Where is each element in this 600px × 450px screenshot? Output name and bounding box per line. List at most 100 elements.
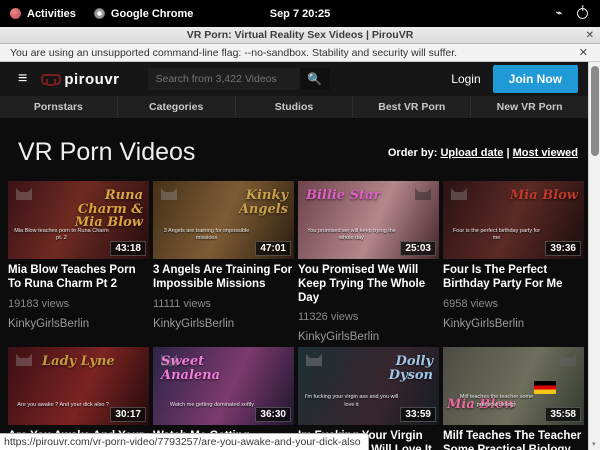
studio-cat-logo-icon (159, 186, 179, 202)
thumbnail-performer-name: Lady Lyne (42, 355, 115, 369)
active-app-label: Google Chrome (111, 8, 194, 20)
studio-cat-logo-icon (14, 186, 34, 202)
video-title[interactable]: Four Is The Perfect Birthday Party For M… (443, 264, 584, 292)
web-page: ≡ pirouvr 🔍 Login Join Now Pornstars Cat… (0, 62, 588, 450)
nav-item-categories[interactable]: Categories (118, 96, 236, 118)
status-url-bar: https://pirouvr.com/vr-porn-video/779325… (0, 433, 369, 450)
search-icon: 🔍 (307, 72, 322, 86)
power-icon[interactable] (577, 8, 588, 19)
duration-badge: 25:03 (400, 241, 436, 256)
thumbnail-caption: 3 Angels are training for impossible mis… (159, 228, 254, 243)
duration-badge: 47:01 (255, 241, 291, 256)
site-logo[interactable]: pirouvr (41, 71, 119, 88)
nav-item-studios[interactable]: Studios (236, 96, 354, 118)
video-card[interactable]: Billie Star You promised we will keep tr… (298, 181, 439, 343)
activities-button[interactable]: Activities (10, 8, 76, 20)
thumbnail-caption: Mia Blow teaches porn to Runa Charm pt. … (14, 228, 109, 243)
activities-label: Activities (27, 8, 76, 20)
duration-badge: 36:30 (255, 407, 291, 422)
thumbnail-performer-name: Billie Star (306, 189, 380, 203)
orderby-control: Order by: Upload date | Most viewed (388, 147, 578, 159)
chrome-icon (94, 8, 105, 19)
studio-cat-logo-icon (558, 352, 578, 368)
video-views: 11111 views (153, 298, 294, 310)
main-nav: Pornstars Categories Studios Best VR Por… (0, 96, 588, 118)
active-app-menu[interactable]: Google Chrome (94, 8, 194, 20)
video-grid: Runa Charm & Mia Blow Mia Blow teaches p… (0, 181, 588, 450)
video-views: 6958 views (443, 298, 584, 310)
studio-link[interactable]: KinkyGirlsBerlin (153, 318, 294, 330)
orderby-label: Order by: (388, 147, 438, 159)
video-card[interactable]: Mia Blow Milf teaches the teacher some p… (443, 347, 584, 450)
studio-link[interactable]: KinkyGirlsBerlin (298, 331, 439, 343)
system-top-bar: Activities Google Chrome Sep 7 20:25 ⌁ (0, 0, 600, 27)
browser-title-bar: VR Porn: Virtual Reality Sex Videos | Pi… (0, 27, 600, 44)
duration-badge: 35:58 (545, 407, 581, 422)
video-thumbnail[interactable]: Sweet Analena Watch me getting dominated… (153, 347, 294, 425)
vr-goggles-icon (41, 74, 61, 85)
duration-badge: 39:36 (545, 241, 581, 256)
video-thumbnail[interactable]: Runa Charm & Mia Blow Mia Blow teaches p… (8, 181, 149, 259)
site-header: ≡ pirouvr 🔍 Login Join Now (0, 62, 588, 96)
thumbnail-performer-name: Mia Blow (510, 189, 578, 203)
sandbox-warning-bar: You are using an unsupported command-lin… (0, 44, 600, 62)
studio-cat-logo-icon (413, 186, 433, 202)
nav-item-best-vr-porn[interactable]: Best VR Porn (353, 96, 471, 118)
video-card[interactable]: Mia Blow Four is the perfect birthday pa… (443, 181, 584, 343)
video-thumbnail[interactable]: Mia Blow Milf teaches the teacher some p… (443, 347, 584, 425)
thumbnail-performer-name: Dolly Dyson (348, 355, 433, 382)
nav-item-pornstars[interactable]: Pornstars (0, 96, 118, 118)
search-input[interactable] (148, 68, 300, 90)
activities-icon (10, 8, 21, 19)
thumbnail-caption: Four is the perfect birthday party for m… (449, 228, 544, 243)
video-thumbnail[interactable]: Billie Star You promised we will keep tr… (298, 181, 439, 259)
thumbnail-performer-name: Sweet Analena (161, 355, 246, 382)
video-title[interactable]: 3 Angels Are Training For Impossible Mis… (153, 264, 294, 292)
thumbnail-caption: Milf teaches the teacher some practical … (449, 394, 544, 409)
site-logo-text: pirouvr (64, 71, 119, 88)
network-icon[interactable]: ⌁ (556, 8, 561, 19)
page-title: VR Porn Videos (18, 138, 195, 167)
search-button[interactable]: 🔍 (300, 68, 330, 90)
tab-title: VR Porn: Virtual Reality Sex Videos | Pi… (0, 29, 600, 41)
video-card[interactable]: Runa Charm & Mia Blow Mia Blow teaches p… (8, 181, 149, 343)
thumbnail-caption: Are you awake ? And your dick also ? (17, 402, 109, 410)
thumbnail-caption: You promised we will keep trying the who… (304, 228, 399, 243)
duration-badge: 30:17 (110, 407, 146, 422)
login-link[interactable]: Login (451, 72, 480, 86)
menu-hamburger-icon[interactable]: ≡ (18, 71, 27, 87)
video-views: 19183 views (8, 298, 149, 310)
scrollbar-down-arrow-icon[interactable]: ▾ (592, 440, 596, 448)
warning-close-icon[interactable]: ✕ (579, 46, 600, 59)
studio-link[interactable]: KinkyGirlsBerlin (443, 318, 584, 330)
duration-badge: 43:18 (110, 241, 146, 256)
video-title[interactable]: You Promised We Will Keep Trying The Who… (298, 264, 439, 305)
nav-item-new-vr-porn[interactable]: New VR Porn (471, 96, 588, 118)
video-title[interactable]: Milf Teaches The Teacher Some Practical … (443, 430, 584, 450)
video-thumbnail[interactable]: Dolly Dyson I'm fucking your virgin ass … (298, 347, 439, 425)
thumbnail-caption: Watch me getting dominated softly (170, 402, 254, 410)
video-thumbnail[interactable]: Kinky Angels 3 Angels are training for i… (153, 181, 294, 259)
warning-text: You are using an unsupported command-lin… (0, 47, 457, 59)
studio-cat-logo-icon (14, 352, 34, 368)
page-scrollbar[interactable]: ▾ (588, 62, 600, 450)
video-card[interactable]: Kinky Angels 3 Angels are training for i… (153, 181, 294, 343)
video-title[interactable]: Mia Blow Teaches Porn To Runa Charm Pt 2 (8, 264, 149, 292)
studio-cat-logo-icon (304, 352, 324, 368)
video-thumbnail[interactable]: Lady Lyne Are you awake ? And your dick … (8, 347, 149, 425)
german-flag-icon (534, 381, 556, 394)
studio-link[interactable]: KinkyGirlsBerlin (8, 318, 149, 330)
duration-badge: 33:59 (400, 407, 436, 422)
window-close-icon[interactable]: ✕ (586, 30, 594, 41)
video-thumbnail[interactable]: Mia Blow Four is the perfect birthday pa… (443, 181, 584, 259)
orderby-upload-date-link[interactable]: Upload date (440, 147, 503, 159)
orderby-most-viewed-link[interactable]: Most viewed (513, 147, 578, 159)
thumbnail-caption: I'm fucking your virgin ass and you will… (304, 394, 399, 409)
studio-cat-logo-icon (449, 186, 469, 202)
video-views: 11326 views (298, 311, 439, 323)
scrollbar-thumb[interactable] (591, 66, 599, 156)
thumbnail-performer-name: Runa Charm & Mia Blow (58, 189, 143, 230)
clock[interactable]: Sep 7 20:25 (270, 8, 331, 20)
join-now-button[interactable]: Join Now (493, 65, 578, 93)
thumbnail-performer-name: Kinky Angels (203, 189, 288, 216)
